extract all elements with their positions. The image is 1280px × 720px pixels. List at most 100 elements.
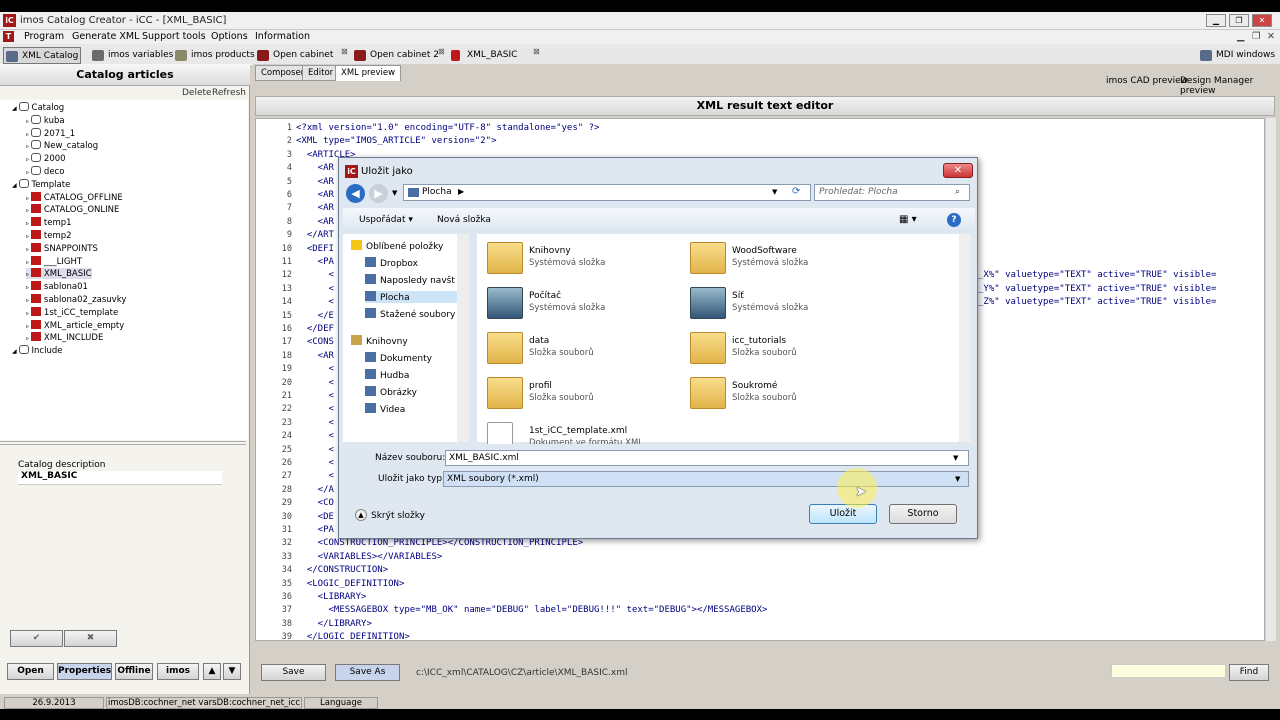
close-doc-icon[interactable]: ⊠ [438, 47, 445, 56]
search-icon[interactable]: ⌕ [955, 185, 960, 200]
tree-item[interactable]: ▹ temp2 [26, 230, 72, 241]
find-input[interactable] [1111, 664, 1226, 678]
imos-products-button[interactable]: imos products [173, 47, 255, 64]
offline-button[interactable]: Offline [115, 663, 153, 680]
doc-open-cabinet-2[interactable]: Open cabinet 2 [352, 47, 439, 64]
dialog-close-button[interactable]: ✕ [943, 163, 973, 178]
menu-app-icon[interactable]: T [3, 31, 14, 42]
delete-link[interactable]: Delete [182, 88, 212, 98]
nav-item[interactable]: Hudba [365, 369, 409, 381]
hide-folders-button[interactable]: Skrýt složky [371, 511, 425, 521]
address-bar[interactable]: Plocha ▶ ▼ ⟳ [403, 184, 811, 201]
tree-item[interactable]: ▹ 1st_iCC_template [26, 306, 118, 318]
file-item[interactable]: icc_tutorials Složka souborů [690, 330, 890, 370]
move-up-button[interactable]: ▲ [203, 663, 221, 680]
organize-button[interactable]: Uspořádat ▾ [359, 215, 413, 225]
tree-item[interactable]: ▹ temp1 [26, 217, 72, 228]
expand-icon[interactable]: ◢ [12, 105, 19, 112]
expand-icon[interactable]: ◢ [12, 182, 19, 189]
tree-item[interactable]: ◢ Template [12, 178, 70, 190]
properties-button[interactable]: Properties [57, 663, 112, 680]
mdi-minimize[interactable]: ▁ [1237, 31, 1244, 42]
restore-button[interactable]: ❐ [1229, 14, 1249, 27]
editor-scrollbar[interactable] [1266, 118, 1276, 641]
menu-support-tools[interactable]: Support tools [142, 31, 206, 42]
menu-information[interactable]: Information [255, 31, 310, 42]
nav-item[interactable]: Knihovny [351, 335, 408, 347]
history-chevron-icon[interactable]: ▼ [392, 189, 397, 197]
nav-item[interactable]: Stažené soubory [365, 308, 455, 320]
tree-item[interactable]: ▹ kuba [26, 114, 65, 126]
nav-item[interactable]: Dropbox [365, 257, 418, 269]
mdi-close[interactable]: ✕ [1267, 31, 1275, 42]
search-input[interactable]: Prohledat: Plocha ⌕ [814, 184, 970, 201]
tab-xml-preview[interactable]: XML preview [335, 65, 402, 81]
nav-item[interactable]: Obrázky [365, 386, 417, 398]
mdi-restore[interactable]: ❐ [1252, 31, 1261, 42]
splitter[interactable] [0, 441, 246, 445]
menu-generate-xml[interactable]: Generate XML [72, 31, 139, 42]
breadcrumb-chevron-icon[interactable]: ▶ [458, 187, 464, 196]
move-down-button[interactable]: ▼ [223, 663, 241, 680]
filename-dropdown-icon[interactable]: ▼ [953, 454, 958, 462]
nav-item[interactable]: Naposledy navšt [365, 274, 455, 286]
imos-button[interactable]: imos [157, 663, 199, 680]
nav-item[interactable]: Plocha [365, 291, 465, 303]
save-button[interactable]: Save [261, 664, 326, 681]
tree-item[interactable]: ▹ XML_article_empty [26, 319, 124, 331]
tree-item[interactable]: ◢ Catalog [12, 102, 64, 113]
description-field[interactable]: XML_BASIC [18, 471, 222, 485]
file-item[interactable]: Knihovny Systémová složka [487, 240, 687, 280]
view-options-icon[interactable]: ▦ ▾ [899, 214, 917, 225]
open-button[interactable]: Open [7, 663, 54, 680]
tree-item[interactable]: ▹ CATALOG_ONLINE [26, 204, 119, 215]
imos-variables-button[interactable]: imos variables [90, 47, 173, 64]
nav-item[interactable]: Videa [365, 403, 405, 415]
tree-item[interactable]: ▹ sablona02_zasuvky [26, 294, 126, 305]
nav-item[interactable]: Oblíbené položky [351, 240, 443, 252]
refresh-icon[interactable]: ⟳ [792, 186, 800, 197]
reject-button[interactable]: ✖ [64, 630, 117, 647]
tree-item[interactable]: ▹ SNAPPOINTS [26, 242, 98, 254]
menu-options[interactable]: Options [211, 31, 248, 42]
tree-item[interactable]: ◢ Include [12, 345, 62, 356]
tree-item[interactable]: ▹ 2071_1 [26, 127, 75, 139]
tree-item[interactable]: ▹ XML_BASIC [26, 268, 92, 280]
file-item[interactable]: WoodSoftware Systémová složka [690, 240, 890, 280]
nav-item[interactable]: Dokumenty [365, 352, 432, 364]
tab-editor[interactable]: Editor [302, 65, 340, 81]
forward-icon[interactable]: ▶ [369, 184, 388, 203]
file-item[interactable]: Počítač Systémová složka [487, 285, 687, 325]
file-item[interactable]: Soukromé Složka souborů [690, 375, 890, 415]
file-item[interactable]: data Složka souborů [487, 330, 687, 370]
file-item[interactable]: profil Složka souborů [487, 375, 687, 415]
save-as-button[interactable]: Save As [335, 664, 400, 681]
design-manager-preview-link[interactable]: Design Manager preview [1180, 76, 1280, 96]
collapse-icon[interactable]: ▲ [355, 509, 367, 521]
xml-catalog-button[interactable]: XML Catalog [3, 47, 81, 64]
dialog-cancel-button[interactable]: Storno [889, 504, 957, 524]
filetype-dropdown-icon[interactable]: ▼ [955, 475, 960, 483]
file-item[interactable]: Síť Systémová složka [690, 285, 890, 325]
tree-item[interactable]: ▹ New_catalog [26, 140, 98, 151]
confirm-button[interactable]: ✔ [10, 630, 63, 647]
tree-item[interactable]: ▹ XML_INCLUDE [26, 332, 103, 343]
expand-icon[interactable]: ◢ [12, 348, 19, 355]
tree-item[interactable]: ▹ CATALOG_OFFLINE [26, 191, 123, 203]
refresh-link[interactable]: Refresh [212, 88, 246, 98]
nav-scrollbar[interactable] [457, 234, 469, 442]
tree-item[interactable]: ▹ deco [26, 166, 64, 177]
address-dropdown-icon[interactable]: ▼ [772, 188, 777, 196]
find-button[interactable]: Find [1229, 664, 1269, 681]
close-doc-icon[interactable]: ⊠ [533, 47, 540, 56]
files-scrollbar[interactable] [959, 234, 971, 442]
filetype-select[interactable]: XML soubory (*.xml) [443, 471, 969, 487]
imos-cad-preview-link[interactable]: imos CAD preview [1106, 76, 1188, 86]
filename-input[interactable]: XML_BASIC.xml [445, 450, 969, 466]
tree-item[interactable]: ▹ sablona01 [26, 281, 88, 292]
tree-item[interactable]: ▹ ___LIGHT [26, 255, 82, 267]
close-button[interactable]: ✕ [1252, 14, 1272, 27]
mdi-windows-button[interactable]: MDI windows [1198, 47, 1275, 64]
help-icon[interactable]: ? [947, 213, 961, 227]
doc-open-cabinet[interactable]: Open cabinet [255, 47, 333, 64]
